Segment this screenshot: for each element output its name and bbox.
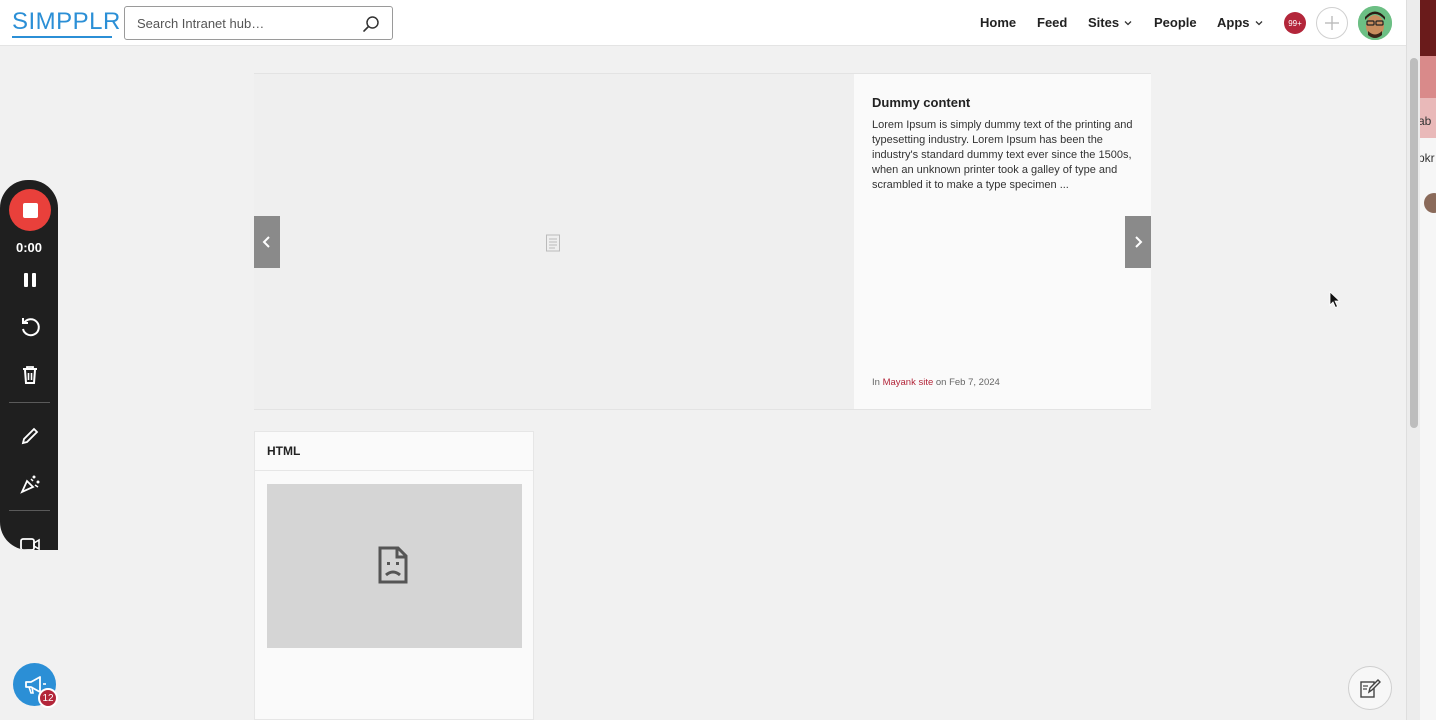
- nav-sites[interactable]: Sites: [1088, 15, 1132, 30]
- nav-home[interactable]: Home: [980, 15, 1016, 30]
- slide-meta: In Mayank site on Feb 7, 2024: [872, 377, 1000, 388]
- featured-carousel: Dummy content Lorem Ipsum is simply dumm…: [254, 73, 1151, 410]
- trash-icon: [23, 366, 37, 384]
- pause-icon: [24, 273, 36, 287]
- effects-button[interactable]: [17, 471, 43, 497]
- camera-icon: [20, 538, 40, 550]
- nav-sites-label: Sites: [1088, 15, 1120, 30]
- sliver-text: pkr: [1420, 151, 1435, 165]
- simpplr-logo[interactable]: SIMPPLR: [12, 8, 121, 36]
- stop-icon: [22, 202, 38, 218]
- background-window-sliver: ab pkr: [1420, 0, 1436, 720]
- search-input[interactable]: [137, 13, 357, 33]
- search-box[interactable]: [124, 6, 393, 40]
- carousel-prev-button[interactable]: [254, 216, 280, 268]
- draw-button[interactable]: [17, 423, 43, 449]
- document-icon: [546, 234, 560, 252]
- top-navigation-bar: SIMPPLR Home Feed Sites People Apps 99+: [0, 0, 1406, 46]
- chevron-down-icon: [1255, 20, 1262, 25]
- user-avatar-image: [1358, 6, 1392, 40]
- delete-button[interactable]: [17, 362, 43, 388]
- nav-feed-label: Feed: [1037, 15, 1068, 30]
- effects-icon: [20, 475, 40, 494]
- nav-apps-label: Apps: [1217, 15, 1250, 30]
- nav-apps[interactable]: Apps: [1217, 15, 1263, 30]
- widget-divider: [255, 470, 533, 471]
- slide-details: Dummy content Lorem Ipsum is simply dumm…: [854, 74, 1151, 409]
- nav-people-label: People: [1154, 15, 1197, 30]
- toolbar-divider: [9, 510, 50, 511]
- chevron-right-icon: [1135, 236, 1143, 248]
- plus-icon: [1325, 16, 1339, 30]
- screen-recorder-toolbar: 0:00: [0, 180, 58, 550]
- restart-icon: [22, 318, 40, 337]
- sliver-avatar: [1424, 193, 1436, 213]
- add-button[interactable]: [1316, 7, 1348, 39]
- sliver-text: ab: [1420, 114, 1432, 128]
- slide-description: Lorem Ipsum is simply dummy text of the …: [872, 119, 1133, 191]
- scrollbar-thumb[interactable]: [1410, 58, 1418, 428]
- slide-title[interactable]: Dummy content: [872, 95, 970, 110]
- page-scrollbar[interactable]: [1406, 0, 1420, 720]
- site-link[interactable]: Mayank site: [883, 377, 934, 388]
- mouse-cursor-icon: [1329, 291, 1341, 309]
- sliver-block: [1420, 56, 1436, 98]
- user-avatar[interactable]: [1358, 6, 1392, 40]
- carousel-next-button[interactable]: [1125, 216, 1151, 268]
- recording-timer: 0:00: [15, 240, 43, 255]
- draw-icon: [1360, 679, 1381, 698]
- draw-tool-button[interactable]: [1348, 666, 1392, 710]
- widget-title: HTML: [267, 444, 301, 458]
- nav-people[interactable]: People: [1154, 15, 1197, 30]
- pause-button[interactable]: [17, 267, 43, 293]
- announcements-count-badge: 12: [38, 688, 58, 708]
- logo-underline: [12, 36, 112, 38]
- nav-home-label: Home: [980, 15, 1017, 30]
- chevron-left-icon: [262, 236, 270, 248]
- embedded-frame[interactable]: [267, 484, 522, 648]
- html-widget: HTML: [254, 431, 534, 720]
- chevron-down-icon: [1124, 20, 1132, 25]
- meta-date: on Feb 7, 2024: [933, 377, 1000, 388]
- stop-recording-button[interactable]: [9, 189, 51, 231]
- meta-prefix: In: [872, 377, 883, 388]
- slide-image[interactable]: [254, 74, 854, 409]
- camera-button[interactable]: [17, 531, 43, 550]
- pencil-icon: [21, 427, 39, 445]
- search-icon[interactable]: [362, 15, 380, 33]
- nav-feed[interactable]: Feed: [1037, 15, 1067, 30]
- restart-button[interactable]: [17, 314, 43, 340]
- sliver-block: [1420, 0, 1436, 56]
- broken-page-icon: [378, 546, 408, 584]
- toolbar-divider: [9, 402, 50, 403]
- notifications-badge[interactable]: 99+: [1284, 12, 1306, 34]
